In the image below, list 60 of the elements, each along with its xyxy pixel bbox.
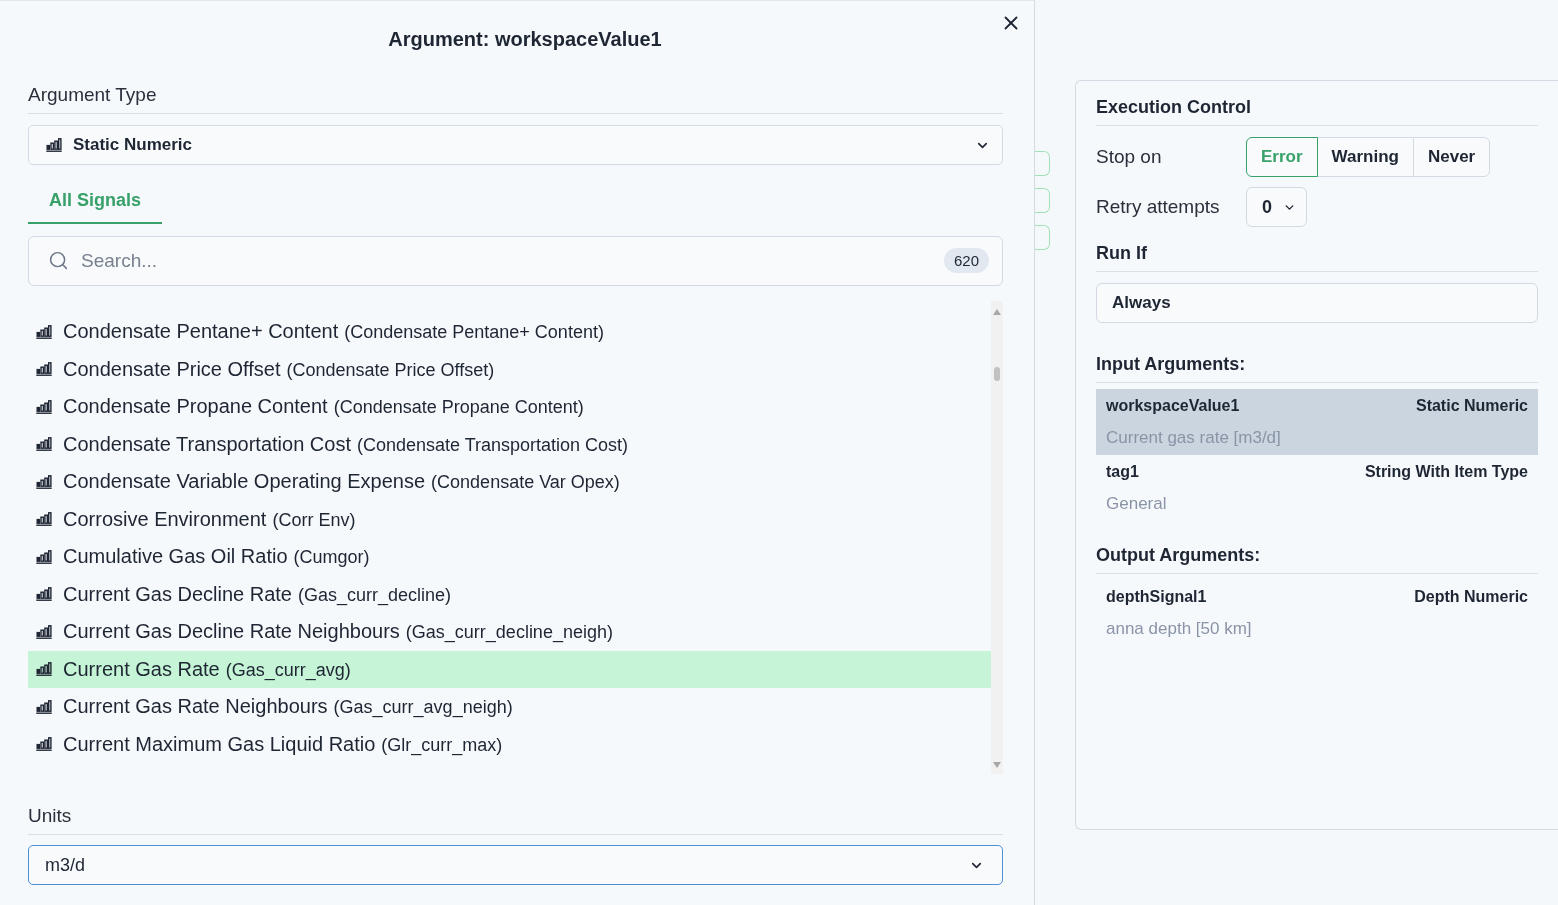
signal-item[interactable]: Condensate Propane Content (Condensate Propane Content) bbox=[28, 388, 991, 426]
argument-description: General bbox=[1106, 493, 1167, 515]
signal-item[interactable]: Current Gas Decline Rate (Gas_curr_decline) bbox=[28, 575, 991, 613]
bar-chart-icon bbox=[36, 474, 52, 489]
section-title: Run If bbox=[1096, 242, 1147, 265]
condition-field[interactable]: Always bbox=[1096, 283, 1538, 323]
argument-description: anna depth [50 km] bbox=[1106, 618, 1252, 640]
bar-chart-icon bbox=[36, 737, 52, 752]
section-title: Output Arguments: bbox=[1096, 544, 1261, 567]
field-label: Units bbox=[28, 804, 72, 828]
bar-chart-icon bbox=[36, 399, 52, 414]
argument-name: workspaceValue1 bbox=[1106, 396, 1240, 416]
scroll-down-icon[interactable] bbox=[993, 762, 1001, 768]
partial-field bbox=[1035, 225, 1050, 250]
argument-type: Depth Numeric bbox=[1414, 587, 1528, 607]
argument-item[interactable]: tag1 String With Item Type General bbox=[1096, 455, 1538, 521]
argument-name: depthSignal1 bbox=[1106, 587, 1207, 607]
segment-button[interactable]: Never bbox=[1412, 137, 1491, 177]
argument-item[interactable]: workspaceValue1 Static Numeric Current gas rate [m3/d] bbox=[1096, 389, 1538, 455]
argument-type-select[interactable]: Static Numeric bbox=[28, 125, 1003, 165]
bar-chart-icon bbox=[36, 549, 52, 564]
signal-item[interactable]: Current Gas Rate Neighbours (Gas_curr_avg_neigh) bbox=[28, 688, 991, 726]
signal-item[interactable]: Condensate Price Offset (Condensate Price Offset) bbox=[28, 350, 991, 388]
bar-chart-icon bbox=[36, 699, 52, 714]
argument-description: Current gas rate [m3/d] bbox=[1106, 427, 1281, 449]
bar-chart-icon bbox=[36, 437, 52, 452]
bar-chart-icon bbox=[36, 624, 52, 639]
signal-item[interactable]: Condensate Pentane+ Content (Condensate Pentane+ Content) bbox=[28, 313, 991, 351]
bar-chart-icon bbox=[36, 362, 52, 377]
field-label: Stop on bbox=[1096, 145, 1162, 169]
bar-chart-icon bbox=[36, 324, 52, 339]
partial-field bbox=[1035, 188, 1050, 213]
units-select[interactable]: m3/d bbox=[28, 845, 1003, 885]
scrollbar[interactable] bbox=[991, 301, 1003, 774]
field-label: Retry attempts bbox=[1096, 195, 1220, 219]
signal-item[interactable]: Condensate Variable Operating Expense (Condensate Var Opex) bbox=[28, 463, 991, 501]
segment-button[interactable]: Warning bbox=[1316, 137, 1414, 177]
search-icon bbox=[48, 250, 69, 271]
bar-chart-icon bbox=[36, 587, 52, 602]
bar-chart-icon bbox=[36, 512, 52, 527]
retry-select[interactable]: 0 bbox=[1246, 187, 1307, 227]
section-title: Execution Control bbox=[1096, 96, 1251, 119]
signal-item[interactable]: Current Gas Rate (Gas_curr_avg) bbox=[28, 650, 991, 688]
scrollbar-thumb[interactable] bbox=[994, 367, 1000, 381]
dialog-title: Argument: workspaceValue1 bbox=[388, 27, 662, 52]
argument-type: Static Numeric bbox=[1415, 396, 1528, 416]
signal-item[interactable]: Condensate Transportation Cost (Condensate Transportation Cost) bbox=[28, 425, 991, 463]
signal-item[interactable]: Current Maximum Gas Liquid Ratio (Glr_curr_max) bbox=[28, 725, 991, 763]
field-label: Argument Type bbox=[28, 83, 157, 107]
signal-item[interactable]: Current Gas Decline Rate Neighbours (Gas_curr_decline_neigh) bbox=[28, 613, 991, 651]
partial-field bbox=[1035, 151, 1050, 176]
scroll-up-icon[interactable] bbox=[993, 309, 1001, 315]
signal-item[interactable]: Corrosive Environment (Corr Env) bbox=[28, 500, 991, 538]
bar-chart-icon bbox=[36, 662, 52, 677]
argument-type: String With Item Type bbox=[1364, 462, 1528, 482]
bar-chart-icon bbox=[46, 138, 62, 152]
section-title: Input Arguments: bbox=[1096, 353, 1246, 376]
argument-item[interactable]: depthSignal1 Depth Numeric anna depth [50 km] bbox=[1096, 580, 1538, 646]
signal-item[interactable]: Cumulative Gas Oil Ratio (Cumgor) bbox=[28, 538, 991, 576]
argument-name: tag1 bbox=[1106, 462, 1139, 482]
